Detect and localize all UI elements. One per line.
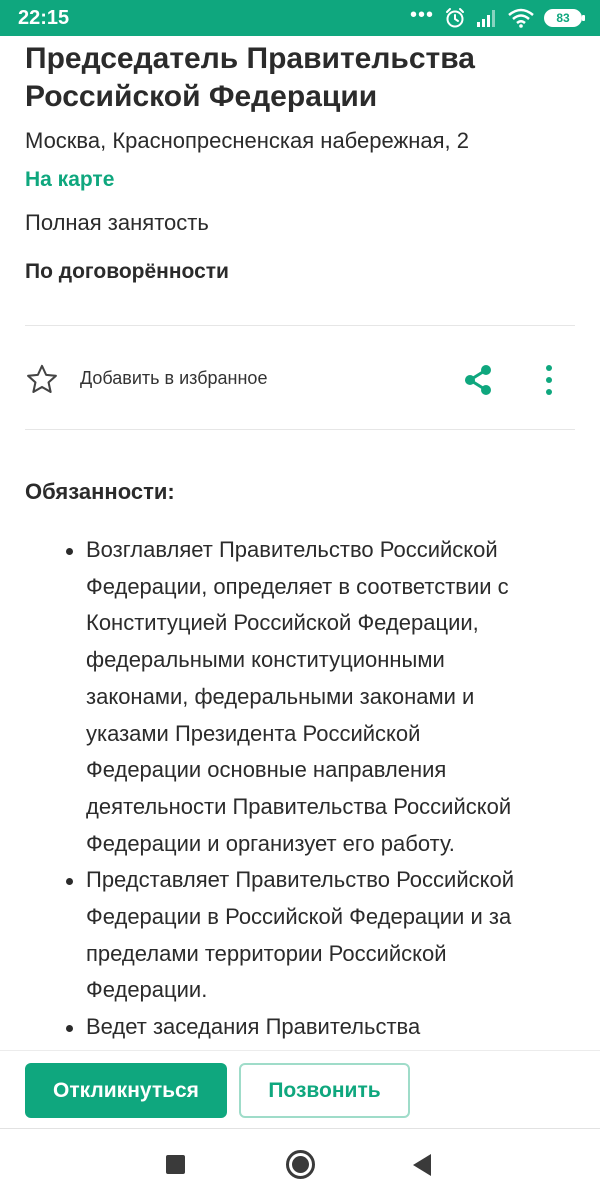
call-button[interactable]: Позвонить	[239, 1063, 410, 1118]
add-to-favorites-button[interactable]: Добавить в избранное	[80, 368, 267, 389]
signal-icon	[477, 10, 495, 27]
duty-line: Федерации в Российской Федерации и за	[86, 904, 512, 930]
star-icon[interactable]	[25, 364, 59, 394]
dots-icon: •••	[409, 4, 434, 26]
navigation-bar	[0, 1128, 600, 1200]
status-icons: ••• 83	[409, 4, 585, 30]
home-icon[interactable]	[286, 1150, 315, 1179]
map-link[interactable]: На карте	[25, 168, 114, 192]
duty-line: Ведет заседания Правительства	[86, 1014, 421, 1040]
more-options-icon[interactable]	[539, 363, 559, 397]
responsibilities-list: Возглавляет Правительство Российской Фед…	[66, 532, 586, 1046]
recent-apps-icon[interactable]	[166, 1155, 185, 1174]
vacancy-content[interactable]: Председатель Правительства Российской Фе…	[0, 36, 600, 1050]
wifi-icon	[508, 8, 534, 28]
duty-line: Федерации.	[86, 977, 208, 1003]
duty-line: пределами территории Российской	[86, 940, 447, 966]
list-item: Возглавляет Правительство Российской Фед…	[66, 532, 586, 862]
status-bar: 22:15 ••• 83	[0, 0, 600, 36]
divider	[25, 429, 575, 430]
duty-line: Конституцией Российской Федерации,	[86, 610, 479, 636]
duty-line: Возглавляет Правительство Российской	[86, 537, 498, 562]
action-bar: Откликнуться Позвонить	[0, 1050, 600, 1128]
employment-type: Полная занятость	[25, 210, 209, 235]
list-item: Представляет Правительство Российской Фе…	[66, 862, 586, 1009]
duty-line: деятельности Правительства Российской	[86, 793, 512, 819]
favorites-row: Добавить в избранное	[25, 358, 575, 398]
status-time: 22:15	[18, 7, 70, 29]
duty-line: федеральными конституционными	[86, 647, 445, 673]
respond-button[interactable]: Откликнуться	[25, 1063, 227, 1118]
vacancy-address: Москва, Краснопресненская набережная, 2	[25, 128, 469, 153]
duty-line: указами Президента Российской	[86, 720, 421, 746]
duty-line: Федерации основные направления	[86, 757, 447, 783]
responsibilities-heading: Обязанности:	[25, 479, 175, 504]
back-icon[interactable]	[413, 1154, 431, 1176]
list-item: Ведет заседания Правительства	[66, 1009, 586, 1046]
divider	[25, 325, 575, 326]
duty-line: Федерации, определяет в соответствии с	[86, 573, 509, 599]
duty-line: Федерации и организует его работу.	[86, 830, 455, 856]
battery-icon: 83	[544, 9, 585, 27]
duty-line: Представляет Правительство Российской	[86, 867, 515, 893]
salary: По договорённости	[25, 260, 229, 283]
vacancy-title: Председатель Правительства Российской Фе…	[25, 42, 475, 113]
alarm-icon	[446, 8, 464, 28]
share-icon[interactable]	[461, 363, 495, 397]
duty-line: законами, федеральными законами и	[86, 683, 475, 709]
